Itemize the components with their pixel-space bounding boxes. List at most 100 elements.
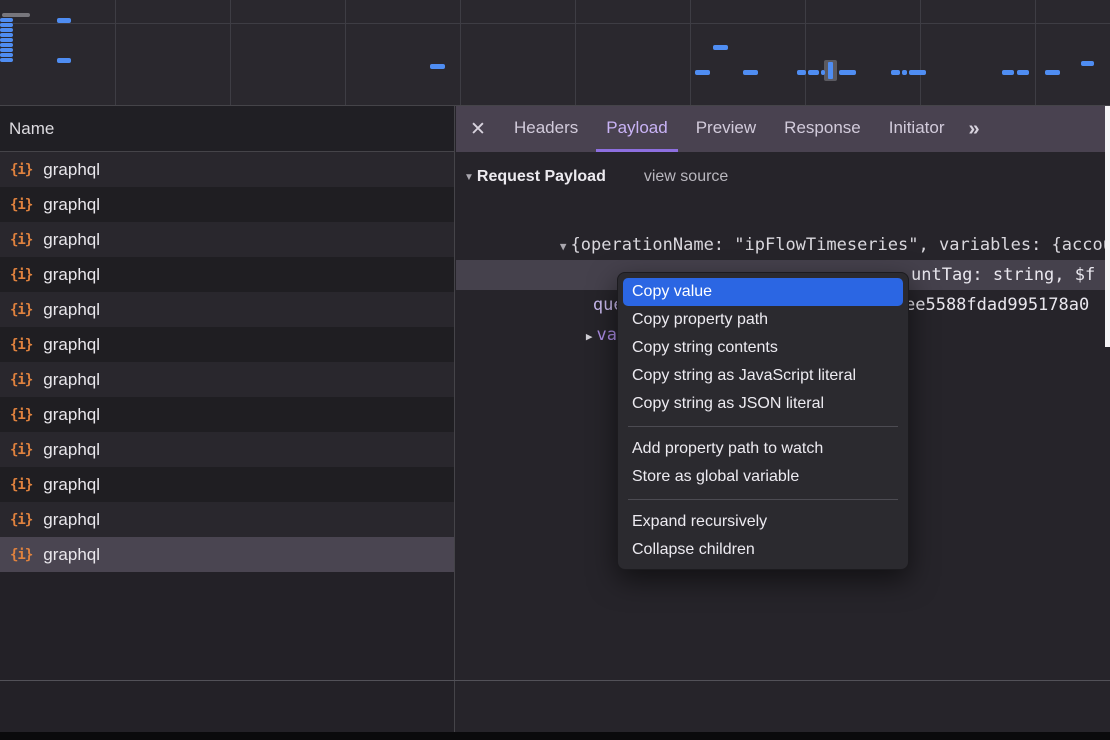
json-root-row[interactable]: ▼{operationName: "ipFlowTimeseries", var… (456, 200, 1110, 230)
detail-tab[interactable]: Preview (686, 106, 766, 152)
waterfall-bar (1045, 70, 1060, 75)
request-name: graphql (43, 160, 100, 180)
request-row[interactable]: {i} graphql (0, 222, 454, 257)
detail-tab[interactable]: Response (774, 106, 871, 152)
context-menu-item[interactable]: Expand recursively (618, 508, 908, 536)
context-menu-item[interactable]: Copy string as JavaScript literal (618, 362, 908, 390)
detail-tab[interactable]: Payload (596, 106, 677, 152)
waterfall-bar (743, 70, 758, 75)
waterfall-bar (57, 18, 71, 23)
detail-tab[interactable]: Initiator (879, 106, 955, 152)
menu-item-label: Expand recursively (632, 513, 767, 530)
detail-tabbar: ✕ Headers Payload Preview Response Initi… (456, 106, 1110, 152)
context-menu-items: Copy value Copy property path Copy strin… (618, 278, 908, 564)
property-value-right: untTag: string, $f (911, 260, 1095, 290)
menu-item-label: Copy string as JSON literal (632, 395, 824, 412)
menu-separator (628, 499, 898, 500)
waterfall-bar (695, 70, 710, 75)
json-object-icon: {i} (10, 197, 32, 213)
request-name: graphql (43, 265, 100, 285)
request-row[interactable]: {i} graphql (0, 537, 454, 572)
request-row[interactable]: {i} graphql (0, 362, 454, 397)
devtools-network-panel: Name ✕ Headers Payload Preview Response … (0, 0, 1110, 740)
request-rows: {i} graphql {i} graphql {i} graphql {i} … (0, 152, 454, 572)
tab-label: Headers (514, 118, 578, 138)
request-name: graphql (43, 510, 100, 530)
context-menu-item[interactable]: Copy property path (618, 306, 908, 334)
waterfall-bar (909, 70, 926, 75)
overview-gridline (920, 0, 921, 105)
json-object-icon: {i} (10, 337, 32, 353)
json-object-icon: {i} (10, 162, 32, 178)
tab-label: Preview (696, 118, 756, 138)
request-row[interactable]: {i} graphql (0, 502, 454, 537)
waterfall-bar (0, 28, 13, 32)
waterfall-bar (0, 38, 13, 42)
name-column-header[interactable]: Name (0, 106, 455, 152)
request-name: graphql (43, 335, 100, 355)
context-menu-item[interactable]: Collapse children (618, 536, 908, 564)
context-menu-item[interactable]: Add property path to watch (618, 435, 908, 463)
waterfall-bar (0, 48, 13, 52)
menu-item-label: Store as global variable (632, 468, 799, 485)
request-row[interactable]: {i} graphql (0, 257, 454, 292)
waterfall-bar (713, 45, 728, 50)
waterfall-bar (0, 58, 13, 62)
request-row[interactable]: {i} graphql (0, 187, 454, 222)
request-row[interactable]: {i} graphql (0, 467, 454, 502)
context-menu-item[interactable]: Store as global variable (618, 463, 908, 491)
waterfall-bar (891, 70, 900, 75)
context-menu-item[interactable]: Copy string as JSON literal (618, 390, 908, 418)
overview-gridline (575, 0, 576, 105)
request-name: graphql (43, 300, 100, 320)
request-name: graphql (43, 440, 100, 460)
tab-label: Response (784, 118, 861, 138)
more-tabs-button[interactable]: » (958, 106, 989, 152)
overview-gridline (345, 0, 346, 105)
menu-separator (628, 426, 898, 427)
json-object-icon: {i} (10, 547, 32, 563)
detail-tabs: Headers Payload Preview Response Initiat… (500, 106, 958, 152)
json-object-icon: {i} (10, 512, 32, 528)
waterfall-bar (0, 23, 13, 27)
context-menu-item[interactable]: Copy string contents (618, 334, 908, 362)
network-overview-timeline[interactable] (0, 0, 1110, 106)
waterfall-bar (1081, 61, 1094, 66)
request-row[interactable]: {i} graphql (0, 152, 454, 187)
waterfall-bar (839, 70, 856, 75)
waterfall-bar (0, 43, 13, 47)
collapse-triangle-icon[interactable]: ▼ (464, 172, 474, 183)
waterfall-bar (797, 70, 806, 75)
expand-triangle-icon[interactable]: ▶ (586, 330, 593, 343)
close-detail-pane-button[interactable]: ✕ (456, 106, 500, 152)
request-name: graphql (43, 475, 100, 495)
json-property-operationName[interactable]: operationName: "ipFlowTimeseries" (456, 230, 1110, 260)
waterfall-bar (808, 70, 819, 75)
json-object-icon: {i} (10, 407, 32, 423)
request-row[interactable]: {i} graphql (0, 397, 454, 432)
footer-divider (0, 680, 1110, 681)
window-edge-strip (1105, 106, 1110, 347)
json-object-icon: {i} (10, 372, 32, 388)
requests-list: {i} graphql {i} graphql {i} graphql {i} … (0, 152, 455, 732)
chevron-double-right-icon: » (968, 118, 979, 141)
close-icon: ✕ (470, 118, 486, 141)
request-row[interactable]: {i} graphql (0, 432, 454, 467)
overview-gridline (460, 0, 461, 105)
request-name: graphql (43, 405, 100, 425)
request-name: graphql (43, 195, 100, 215)
context-menu-item[interactable]: Copy value (623, 278, 903, 306)
property-value-right: ee5588fdad995178a0 (905, 290, 1089, 320)
json-object-icon: {i} (10, 232, 32, 248)
detail-tab[interactable]: Headers (504, 106, 588, 152)
request-row[interactable]: {i} graphql (0, 292, 454, 327)
request-name: graphql (43, 230, 100, 250)
view-source-link[interactable]: view source (644, 168, 728, 186)
request-name: graphql (43, 545, 100, 565)
waterfall-bar (2, 13, 30, 17)
request-row[interactable]: {i} graphql (0, 327, 454, 362)
json-object-icon: {i} (10, 302, 32, 318)
waterfall-bar (902, 70, 907, 75)
json-object-icon: {i} (10, 267, 32, 283)
request-name: graphql (43, 370, 100, 390)
